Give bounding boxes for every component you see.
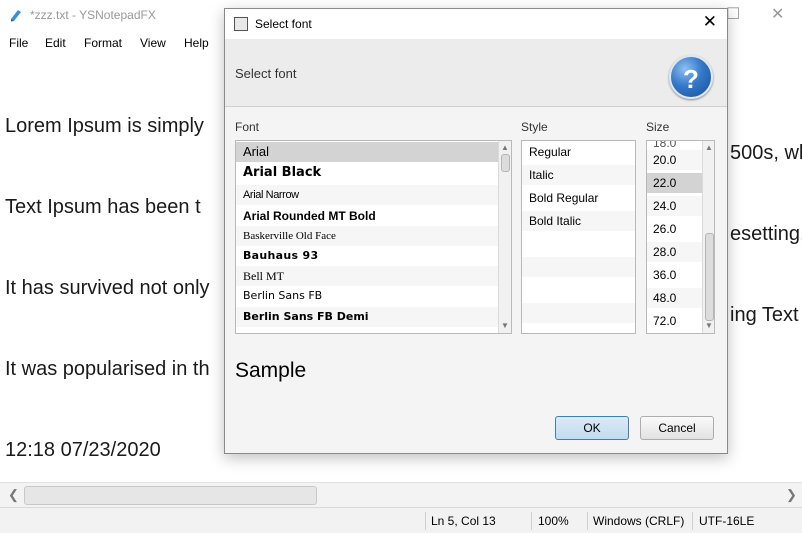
font-list[interactable]: Arial Arial Black Arial Narrow Arial Rou… <box>235 140 512 334</box>
scroll-thumb[interactable] <box>705 233 714 321</box>
list-empty-row <box>522 303 635 323</box>
dialog-title: Select font <box>255 17 312 31</box>
style-list-item[interactable]: Bold Italic <box>522 211 635 231</box>
font-list-item[interactable]: Arial <box>236 142 505 162</box>
scroll-down-icon[interactable]: ▼ <box>703 321 714 330</box>
scroll-up-icon[interactable]: ▲ <box>703 143 714 152</box>
size-list[interactable]: 18.0 20.0 22.0 24.0 26.0 28.0 36.0 48.0 … <box>646 140 715 334</box>
editor-line-tail: 500s, wh <box>730 142 802 164</box>
ok-button[interactable]: OK <box>555 416 629 440</box>
style-list-item[interactable]: Bold Regular <box>522 188 635 208</box>
style-list[interactable]: Regular Italic Bold Regular Bold Italic <box>521 140 636 334</box>
menu-edit[interactable]: Edit <box>45 36 66 50</box>
size-list-scrollbar[interactable]: ▲ ▼ <box>702 141 714 333</box>
list-empty-row <box>522 257 635 277</box>
size-list-item[interactable]: 28.0 <box>647 242 703 262</box>
status-bar: Ln 5, Col 13 100% Windows (CRLF) UTF-16L… <box>0 507 802 533</box>
menu-help[interactable]: Help <box>184 36 209 50</box>
status-line-ending: Windows (CRLF) <box>593 514 685 528</box>
scroll-right-icon[interactable]: ❯ <box>786 487 797 503</box>
scroll-down-icon[interactable]: ▼ <box>499 321 511 330</box>
select-font-dialog: Select font ✕ Select font ? Font Style S… <box>224 8 728 454</box>
font-list-item[interactable]: Bell MT <box>236 266 505 286</box>
font-list-item[interactable]: Berlin Sans FB <box>236 286 505 306</box>
size-list-item[interactable]: 22.0 <box>647 173 703 193</box>
style-list-item[interactable]: Italic <box>522 165 635 185</box>
font-list-item[interactable]: Berlin Sans FB Demi <box>236 307 505 327</box>
style-list-item[interactable]: Regular <box>522 142 635 162</box>
size-list-item[interactable]: 48.0 <box>647 288 703 308</box>
size-list-item[interactable]: 24.0 <box>647 196 703 216</box>
status-encoding: UTF-16LE <box>699 514 755 528</box>
scroll-thumb[interactable] <box>24 486 317 505</box>
list-empty-row <box>522 234 635 254</box>
font-list-item[interactable]: Bauhaus 93 <box>236 246 505 266</box>
dialog-header: Select font ? <box>225 39 727 107</box>
cancel-button[interactable]: Cancel <box>640 416 714 440</box>
font-list-scrollbar[interactable]: ▲ ▼ <box>498 141 511 333</box>
size-list-item[interactable]: 36.0 <box>647 265 703 285</box>
dialog-window-icon <box>234 17 248 31</box>
dialog-header-text: Select font <box>235 66 297 81</box>
style-label: Style <box>521 120 548 134</box>
scroll-thumb[interactable] <box>501 154 510 172</box>
status-divider <box>587 512 588 530</box>
font-list-item[interactable]: Baskerville Old Face <box>236 226 505 246</box>
status-zoom: 100% <box>538 514 569 528</box>
size-list-item[interactable]: 26.0 <box>647 219 703 239</box>
status-divider <box>531 512 532 530</box>
editor-overflow-text: 500s, wh esetting, ing Text <box>730 86 802 356</box>
font-sample-preview: Sample <box>235 359 307 382</box>
size-list-item[interactable]: 72.0 <box>647 311 703 331</box>
menu-format[interactable]: Format <box>84 36 122 50</box>
status-divider <box>425 512 426 530</box>
font-label: Font <box>235 120 260 134</box>
status-divider <box>692 512 693 530</box>
maximize-icon[interactable]: ☐ <box>726 4 740 24</box>
help-icon: ? <box>669 55 713 99</box>
editor-line-tail: esetting, <box>730 223 802 245</box>
font-list-item[interactable]: Arial Black <box>236 163 505 183</box>
font-list-item[interactable]: Arial Narrow <box>236 185 505 205</box>
font-list-item[interactable]: Arial Rounded MT Bold <box>236 206 505 226</box>
scroll-left-icon[interactable]: ❮ <box>8 487 19 503</box>
close-icon[interactable]: ✕ <box>703 13 717 31</box>
scroll-up-icon[interactable]: ▲ <box>499 143 511 152</box>
dialog-title-bar: Select font ✕ <box>225 9 727 39</box>
size-list-item[interactable]: 20.0 <box>647 150 703 170</box>
size-label: Size <box>646 120 670 134</box>
window-title: *zzz.txt - YSNotepadFX <box>30 8 156 22</box>
status-position: Ln 5, Col 13 <box>431 514 496 528</box>
menu-file[interactable]: File <box>9 36 28 50</box>
close-icon[interactable]: ✕ <box>771 4 784 24</box>
horizontal-scrollbar[interactable]: ❮ ❯ <box>0 482 802 507</box>
list-empty-row <box>522 280 635 300</box>
editor-line-tail: ing Text <box>730 304 799 326</box>
menu-view[interactable]: View <box>140 36 166 50</box>
notepad-app-icon <box>11 10 21 22</box>
